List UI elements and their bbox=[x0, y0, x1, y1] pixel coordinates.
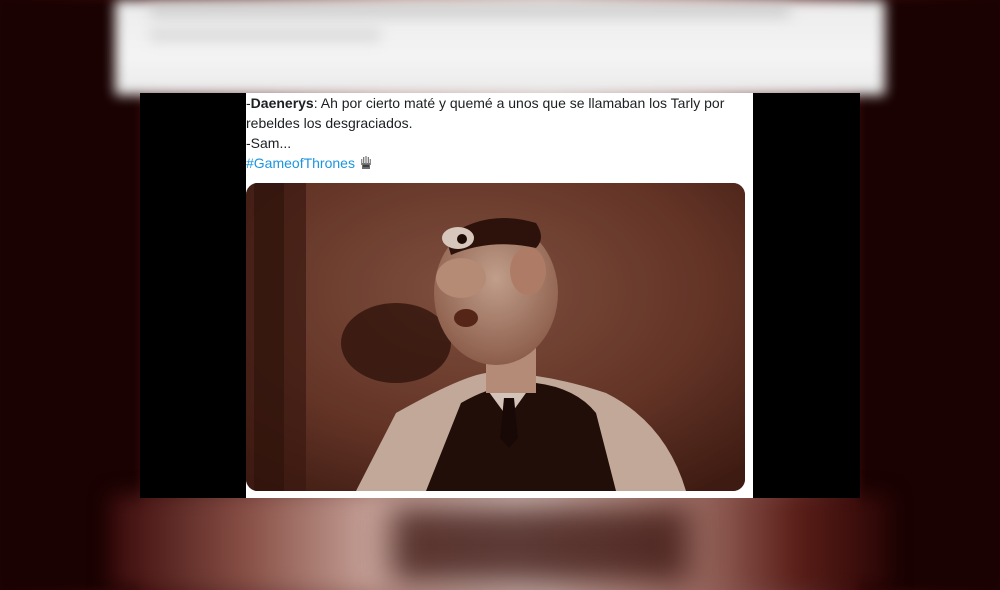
iron-throne-icon bbox=[359, 155, 373, 169]
blurred-text-shape bbox=[150, 30, 380, 40]
line-1-text: : Ah por cierto maté y quemé a unos que … bbox=[313, 95, 725, 111]
tweet-card: -Daenerys: Ah por cierto maté y quemé a … bbox=[246, 93, 753, 498]
tweet-text: -Daenerys: Ah por cierto maté y quemé a … bbox=[246, 93, 746, 173]
tweet-line-2: rebeldes los desgraciados. bbox=[246, 115, 413, 131]
media-image bbox=[246, 183, 745, 491]
blurred-text-shape bbox=[150, 6, 790, 16]
hashtag-link[interactable]: #GameofThrones bbox=[246, 155, 355, 171]
tweet-line-1: -Daenerys: Ah por cierto maté y quemé a … bbox=[246, 93, 746, 113]
blurred-backdrop-shadow bbox=[390, 505, 690, 585]
screenshot-stage: -Daenerys: Ah por cierto maté y quemé a … bbox=[0, 0, 1000, 590]
tweet-line-4: #GameofThrones bbox=[246, 153, 746, 173]
tweet-media-gif[interactable] bbox=[246, 183, 745, 491]
tweet-line-3: -Sam... bbox=[246, 135, 292, 151]
speaker-name: Daenerys bbox=[250, 95, 314, 111]
